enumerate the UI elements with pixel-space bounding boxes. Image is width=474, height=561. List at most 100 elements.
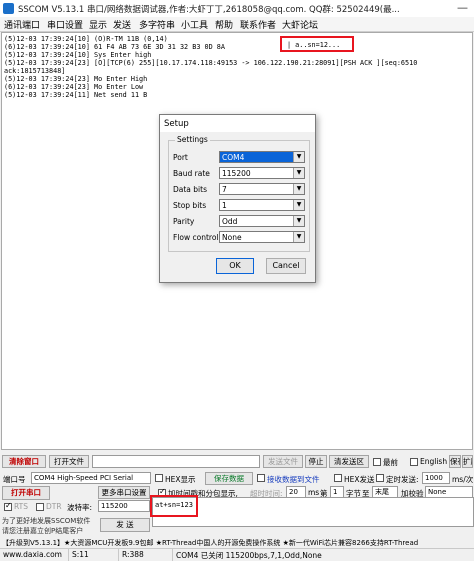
cancel-button[interactable]: Cancel: [266, 258, 306, 274]
window-title: SSCOM V5.13.1 串口/网络数据调试器,作者:大虾丁丁,2618058…: [18, 5, 400, 15]
console-line: (5)12-03 17:39:24[23] [O][TCP(6) 255][10…: [4, 59, 418, 67]
packet-start-value: 1: [333, 488, 338, 496]
checksum-value: None: [428, 488, 447, 496]
port-select-value: COM4: [222, 153, 245, 162]
toolbar-row: 清除窗口 打开文件 发送文件 停止 清发送区 最前 English 保存参数 扩…: [0, 455, 474, 469]
setup-dialog-title: Setup: [164, 119, 189, 129]
baud-rate-select[interactable]: 115200 ▼: [219, 167, 305, 179]
rts-checkbox[interactable]: [4, 501, 12, 511]
menu-help[interactable]: 帮助: [215, 18, 233, 31]
open-serial-port-label: 打开串口: [11, 488, 41, 497]
dtr-label: DTR: [46, 502, 62, 511]
console-highlight-box: | a..sn=12...: [280, 36, 354, 52]
ok-button[interactable]: OK: [216, 258, 254, 274]
parity-row: Parity Odd ▼: [173, 215, 305, 228]
port-select[interactable]: COM4 ▼: [219, 151, 305, 163]
flow-control-row: Flow control None ▼: [173, 231, 305, 244]
send-text-area[interactable]: [152, 497, 474, 527]
baud-rate-select-main[interactable]: 115200: [98, 500, 150, 512]
stop-bits-select[interactable]: 1 ▼: [219, 199, 305, 211]
save-data-button[interactable]: 保存数据: [205, 472, 253, 485]
hex-display-checkbox[interactable]: [155, 474, 163, 482]
timeout-value: 20: [289, 488, 298, 496]
baud-rate-label-main: 波特率:: [67, 503, 93, 512]
receive-to-file-label: 接收数据到文件: [267, 475, 320, 484]
data-bits-row: Data bits 7 ▼: [173, 183, 305, 196]
settings-group-label: Settings: [175, 135, 210, 144]
open-serial-port-button[interactable]: 打开串口: [2, 486, 50, 500]
menu-tools[interactable]: 小工具: [181, 18, 208, 31]
hex-send-checkbox[interactable]: [334, 474, 342, 482]
console-highlight-text: | a..sn=12...: [287, 41, 341, 49]
flow-control-select[interactable]: None ▼: [219, 231, 305, 243]
promo-ticker-text: 【升级到V5.13.1】★大资源MCU开发板9.9包邮 ★RT-Thread中国…: [2, 539, 419, 547]
data-bits-select[interactable]: 7 ▼: [219, 183, 305, 195]
parity-value: Odd: [222, 217, 238, 226]
dtr-checkbox[interactable]: [36, 503, 44, 511]
file-path-input[interactable]: [92, 455, 260, 468]
chevron-down-icon[interactable]: ▼: [293, 152, 304, 162]
port-number-value: COM4 High-Speed PCI Serial: [34, 474, 134, 482]
stop-bits-value: 1: [222, 201, 227, 210]
flow-control-label: Flow control: [173, 233, 219, 242]
menu-multi-string[interactable]: 多字符串: [139, 18, 175, 31]
packet-end-value: 末尾: [375, 488, 389, 496]
hex-send-label: HEX发送: [344, 475, 375, 484]
send-highlight-box: at+sn=123: [150, 495, 198, 517]
stop-bits-row: Stop bits 1 ▼: [173, 199, 305, 212]
minimize-icon[interactable]: —: [457, 1, 468, 14]
more-serial-settings-button[interactable]: 更多串口设置: [98, 486, 150, 499]
menu-send[interactable]: 发送: [113, 18, 131, 31]
chevron-down-icon[interactable]: ▼: [293, 168, 304, 178]
menu-comm-port[interactable]: 通讯端口: [4, 18, 40, 31]
parity-select[interactable]: Odd ▼: [219, 215, 305, 227]
promo-line-2: 请您注册嘉立创P结尾客户: [2, 527, 84, 535]
chevron-down-icon[interactable]: ▼: [293, 200, 304, 210]
menu-serial-settings[interactable]: 串口设置: [47, 18, 83, 31]
chevron-down-icon[interactable]: ▼: [293, 216, 304, 226]
stop-button[interactable]: 停止: [305, 455, 327, 468]
menu-bar: 通讯端口 串口设置 显示 发送 多字符串 小工具 帮助 联系作者 大虾论坛: [0, 17, 474, 32]
expand-button[interactable]: 扩展: [462, 455, 473, 468]
title-bar: SSCOM V5.13.1 串口/网络数据调试器,作者:大虾丁丁,2618058…: [0, 0, 474, 18]
send-file-button[interactable]: 发送文件: [263, 455, 303, 468]
settings-group: Settings Port COM4 ▼ Baud rate 115200 ▼ …: [168, 135, 310, 252]
send-button[interactable]: 发 送: [100, 518, 150, 532]
send-text-value: at+sn=123: [155, 501, 193, 509]
clear-send-area-button[interactable]: 清发送区: [329, 455, 369, 468]
english-checkbox[interactable]: [410, 458, 418, 466]
port-label: Port: [173, 153, 188, 162]
clear-window-button[interactable]: 清除窗口: [2, 455, 46, 468]
setup-dialog-titlebar: Setup: [160, 115, 315, 132]
promo-ticker: 【升级到V5.13.1】★大资源MCU开发板9.9包邮 ★RT-Thread中国…: [0, 537, 474, 548]
chevron-down-icon[interactable]: ▼: [293, 232, 304, 242]
receive-to-file-checkbox[interactable]: [257, 474, 265, 482]
status-website[interactable]: www.daxia.com: [3, 550, 62, 559]
flow-control-value: None: [222, 233, 242, 242]
baud-rate-value: 115200: [222, 169, 251, 178]
english-label: English: [420, 457, 448, 466]
status-bar: www.daxia.com S:11 R:388 COM4 已关闭 115200…: [0, 548, 474, 561]
save-params-button[interactable]: 保存参数: [449, 455, 461, 468]
always-on-top-label: 最前: [383, 458, 398, 467]
open-file-button[interactable]: 打开文件: [49, 455, 89, 468]
promo-line-1: 为了更好地发展SSCOM软件: [2, 517, 91, 525]
port-number-label: 端口号: [3, 475, 26, 484]
timeout-unit: ms: [308, 488, 320, 497]
menu-forum[interactable]: 大虾论坛: [282, 18, 318, 31]
parity-label: Parity: [173, 217, 195, 226]
data-bits-value: 7: [222, 185, 227, 194]
port-number-select[interactable]: COM4 High-Speed PCI Serial: [31, 472, 151, 484]
console-line: (5)12-03 17:39:24[11] Net send 11 B: [4, 91, 148, 99]
timed-send-label: 定时发送:: [386, 475, 419, 484]
data-bits-label: Data bits: [173, 185, 207, 194]
status-send-count: S:11: [72, 550, 89, 559]
always-on-top-checkbox[interactable]: [373, 458, 381, 466]
rts-label: RTS: [14, 502, 29, 511]
menu-contact-author[interactable]: 联系作者: [240, 18, 276, 31]
baud-rate-label: Baud rate: [173, 169, 210, 178]
chevron-down-icon[interactable]: ▼: [293, 184, 304, 194]
interval-input[interactable]: 1000: [422, 472, 450, 484]
timed-send-checkbox[interactable]: [376, 474, 384, 482]
menu-display[interactable]: 显示: [89, 18, 107, 31]
